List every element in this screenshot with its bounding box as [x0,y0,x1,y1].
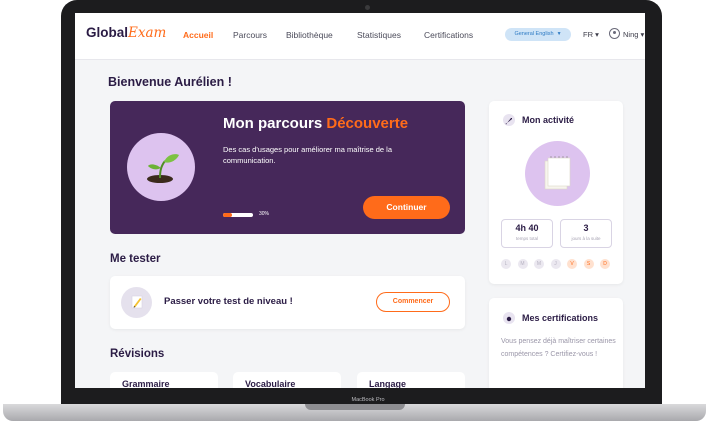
parcours-title-prefix: Mon parcours [223,115,323,132]
top-navbar: GlobalExam Accueil Parcours Bibliothèque… [75,13,645,60]
stat-streak: 3 jours à la suite [560,219,612,248]
pencil-illustration [121,287,152,318]
locale-selector[interactable]: FR ▾ [583,30,599,39]
revision-card-label: Grammaire [122,379,170,388]
weekday-bubble: S [583,259,594,269]
page-title: Bienvenue Aurélien ! [108,75,232,89]
section-title-revisions: Révisions [110,348,165,360]
continue-button[interactable]: Continuer [363,196,450,219]
parcours-card: Mon parcours Découverte Des cas d'usages… [110,101,465,234]
chevron-down-icon: ▾ [640,30,645,39]
user-icon[interactable] [609,28,620,39]
stat-label: jours à la suite [571,236,601,241]
weekday-bubble: M [534,259,544,269]
revision-card-label: Langage [369,379,407,388]
sprout-illustration [127,133,195,201]
screen: GlobalExam Accueil Parcours Bibliothèque… [75,13,645,388]
stat-total-time: 4h 40 temps total [501,219,553,248]
stat-label: temps total [515,236,538,241]
laptop-notch [305,404,405,410]
revision-card-vocabulaire[interactable]: Vocabulaire [233,372,341,388]
device-label: MacBook Pro [351,397,385,403]
nav-link-certifications[interactable]: Certifications [424,30,473,40]
progress-percent: 30% [259,211,270,217]
start-test-button[interactable]: Commencer [376,292,450,312]
certifications-title: Mes certifications [522,313,599,323]
rocket-icon [503,114,515,126]
language-label: General English [514,31,554,37]
revision-card-label: Vocabulaire [245,379,296,388]
pencil-icon [131,295,143,309]
revision-card-langage[interactable]: Langage [357,372,465,388]
calendar-icon [544,156,571,190]
level-test-label: Passer votre test de niveau ! [164,296,293,307]
chevron-down-icon: ▼ [556,31,562,37]
calendar-illustration [525,141,590,206]
revision-card-grammaire[interactable]: Grammaire [110,372,218,388]
section-title-me-tester: Me tester [110,253,161,265]
certifications-panel: Mes certifications Vous pensez déjà maît… [489,298,623,388]
nav-link-accueil[interactable]: Accueil [183,30,213,40]
parcours-title: Mon parcours Découverte [223,115,408,132]
weekday-bubble: D [600,259,610,269]
logo[interactable]: GlobalExam [86,25,166,41]
sprout-icon [147,154,179,183]
stat-value: 3 [583,223,589,233]
nav-link-statistiques[interactable]: Statistiques [357,30,401,40]
progress-fill [223,213,232,217]
user-name: Ning [623,30,639,39]
parcours-title-highlight: Découverte [326,115,409,132]
activity-title: Mon activité [522,115,575,125]
weekday-bubble: L [501,259,511,269]
certifications-description: Vous pensez déjà maîtriser certaines com… [501,338,616,358]
nav-link-parcours[interactable]: Parcours [233,30,267,40]
record-icon [503,312,515,324]
weekday-bubble: V [567,259,577,269]
logo-accent: Exam [128,25,167,41]
weekday-bubble: J [550,259,561,269]
logo-main: Global [86,25,129,40]
chevron-down-icon: ▾ [595,30,599,39]
progress-bar [223,213,253,217]
activity-panel: Mon activité 4h 40 temps total 3 jours à… [489,101,623,284]
parcours-description: Des cas d'usages pour améliorer ma maîtr… [223,145,393,165]
stat-value: 4h 40 [515,223,539,233]
nav-link-bibliotheque[interactable]: Bibliothèque [286,30,333,40]
weekday-bubble: M [517,259,528,269]
camera-icon [365,5,370,10]
level-test-card: Passer votre test de niveau ! Commencer [110,276,465,329]
language-selector[interactable]: General English ▼ [505,28,571,41]
user-menu[interactable]: Ning ▾ [623,30,644,39]
locale-label: FR [583,30,593,39]
